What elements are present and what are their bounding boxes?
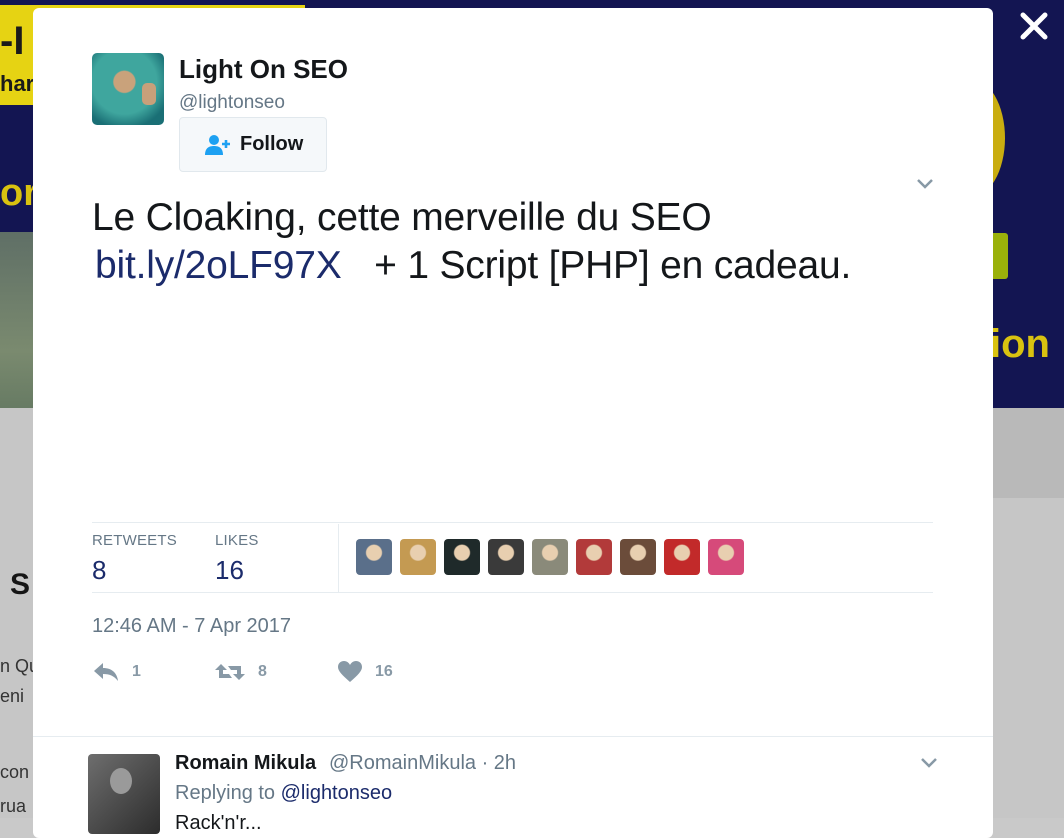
background-article-initial: S: [10, 568, 31, 601]
close-icon: [1020, 12, 1048, 40]
stats-separator: [338, 524, 339, 592]
liker-avatar-2[interactable]: [400, 539, 436, 575]
tweet-modal: Light On SEO @lightonseo Follow Le Cloak…: [33, 8, 993, 838]
background-article-line: rua: [0, 796, 27, 816]
background-article-line: eni: [0, 686, 25, 706]
background-side-panel: [993, 408, 1064, 498]
likes-label: LIKES: [215, 532, 259, 549]
follow-label: Follow: [240, 133, 304, 155]
retweets-stat[interactable]: RETWEETS 8: [92, 532, 177, 586]
reply-author-handle[interactable]: @RomainMikula · 2h: [329, 752, 516, 775]
reply-icon: [94, 663, 118, 681]
tweet-text-after-link: + 1 Script [PHP] en cadeau.: [374, 244, 852, 287]
heart-icon: [338, 661, 362, 682]
likes-stat[interactable]: LIKES 16: [215, 532, 259, 586]
liker-avatar-1[interactable]: [356, 539, 392, 575]
tweet-text-line2: bit.ly/2oLF97X + 1 Script [PHP] en cadea…: [92, 242, 932, 290]
reply-text: Rack'n'r...: [175, 812, 262, 834]
author-name[interactable]: Light On SEO: [179, 54, 348, 85]
liker-avatar-9[interactable]: [708, 539, 744, 575]
divider: [92, 522, 933, 523]
add-user-icon: [205, 134, 230, 155]
liker-avatar-5[interactable]: [532, 539, 568, 575]
reply-avatar-head-graphic: [110, 768, 132, 794]
retweet-count: 8: [258, 663, 267, 680]
tweet-timestamp[interactable]: 12:46 AM - 7 Apr 2017: [92, 615, 291, 638]
retweets-value: 8: [92, 555, 107, 585]
liker-avatar-6[interactable]: [576, 539, 612, 575]
liker-avatar-4[interactable]: [488, 539, 524, 575]
divider: [33, 736, 993, 737]
tweet-text: Le Cloaking, cette merveille du SEO bit.…: [92, 194, 932, 290]
retweet-button[interactable]: 8: [214, 660, 267, 684]
avatar-thumb-graphic: [142, 83, 156, 105]
chevron-down-icon[interactable]: [920, 757, 938, 769]
likers-avatars: [356, 539, 744, 575]
background-promo-line1: -I: [0, 19, 25, 63]
retweet-icon: [215, 664, 245, 680]
chevron-down-icon[interactable]: [916, 178, 934, 190]
retweets-label: RETWEETS: [92, 532, 177, 549]
reply-avatar[interactable]: [88, 754, 160, 834]
replying-to: Replying to @lightonseo: [175, 782, 392, 805]
reply-author-name[interactable]: Romain Mikula: [175, 752, 316, 775]
reply-button[interactable]: 1: [92, 660, 141, 684]
like-button[interactable]: 16: [337, 660, 393, 684]
liker-avatar-3[interactable]: [444, 539, 480, 575]
background-banner-text-right: ion: [990, 322, 1050, 366]
tweet-text-line1: Le Cloaking, cette merveille du SEO: [92, 196, 712, 239]
replying-to-prefix: Replying to: [175, 782, 276, 804]
replying-to-mention[interactable]: @lightonseo: [281, 782, 392, 804]
follow-button[interactable]: Follow: [179, 117, 327, 172]
tweet-link[interactable]: bit.ly/2oLF97X: [95, 244, 342, 287]
liker-avatar-7[interactable]: [620, 539, 656, 575]
author-handle[interactable]: @lightonseo: [179, 92, 285, 114]
likes-value: 16: [215, 555, 244, 585]
background-promo-line2: har: [0, 71, 35, 96]
author-avatar[interactable]: [92, 53, 164, 125]
reply-count: 1: [132, 663, 141, 680]
liker-avatar-8[interactable]: [664, 539, 700, 575]
divider: [92, 592, 933, 593]
background-article-line: con: [0, 762, 30, 782]
like-count: 16: [375, 663, 393, 680]
close-button[interactable]: [1016, 8, 1052, 44]
